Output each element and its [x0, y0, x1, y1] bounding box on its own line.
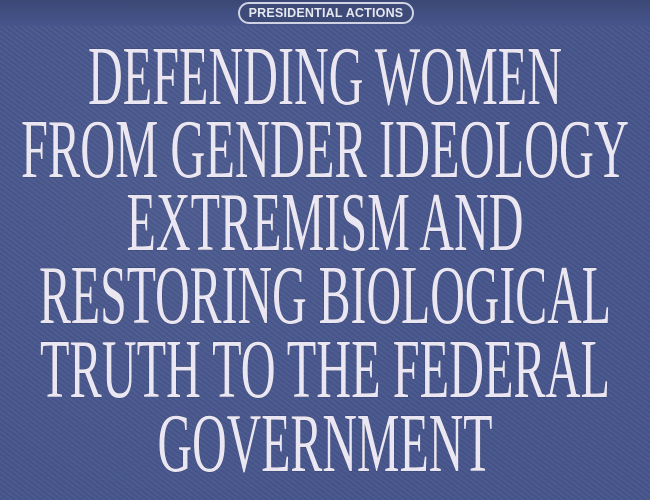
title-line: GOVERNMENT: [158, 397, 493, 490]
category-badge[interactable]: PRESIDENTIAL ACTIONS: [238, 2, 414, 24]
page-title: DEFENDING WOMEN FROM GENDER IDEOLOGY EXT…: [21, 30, 630, 491]
